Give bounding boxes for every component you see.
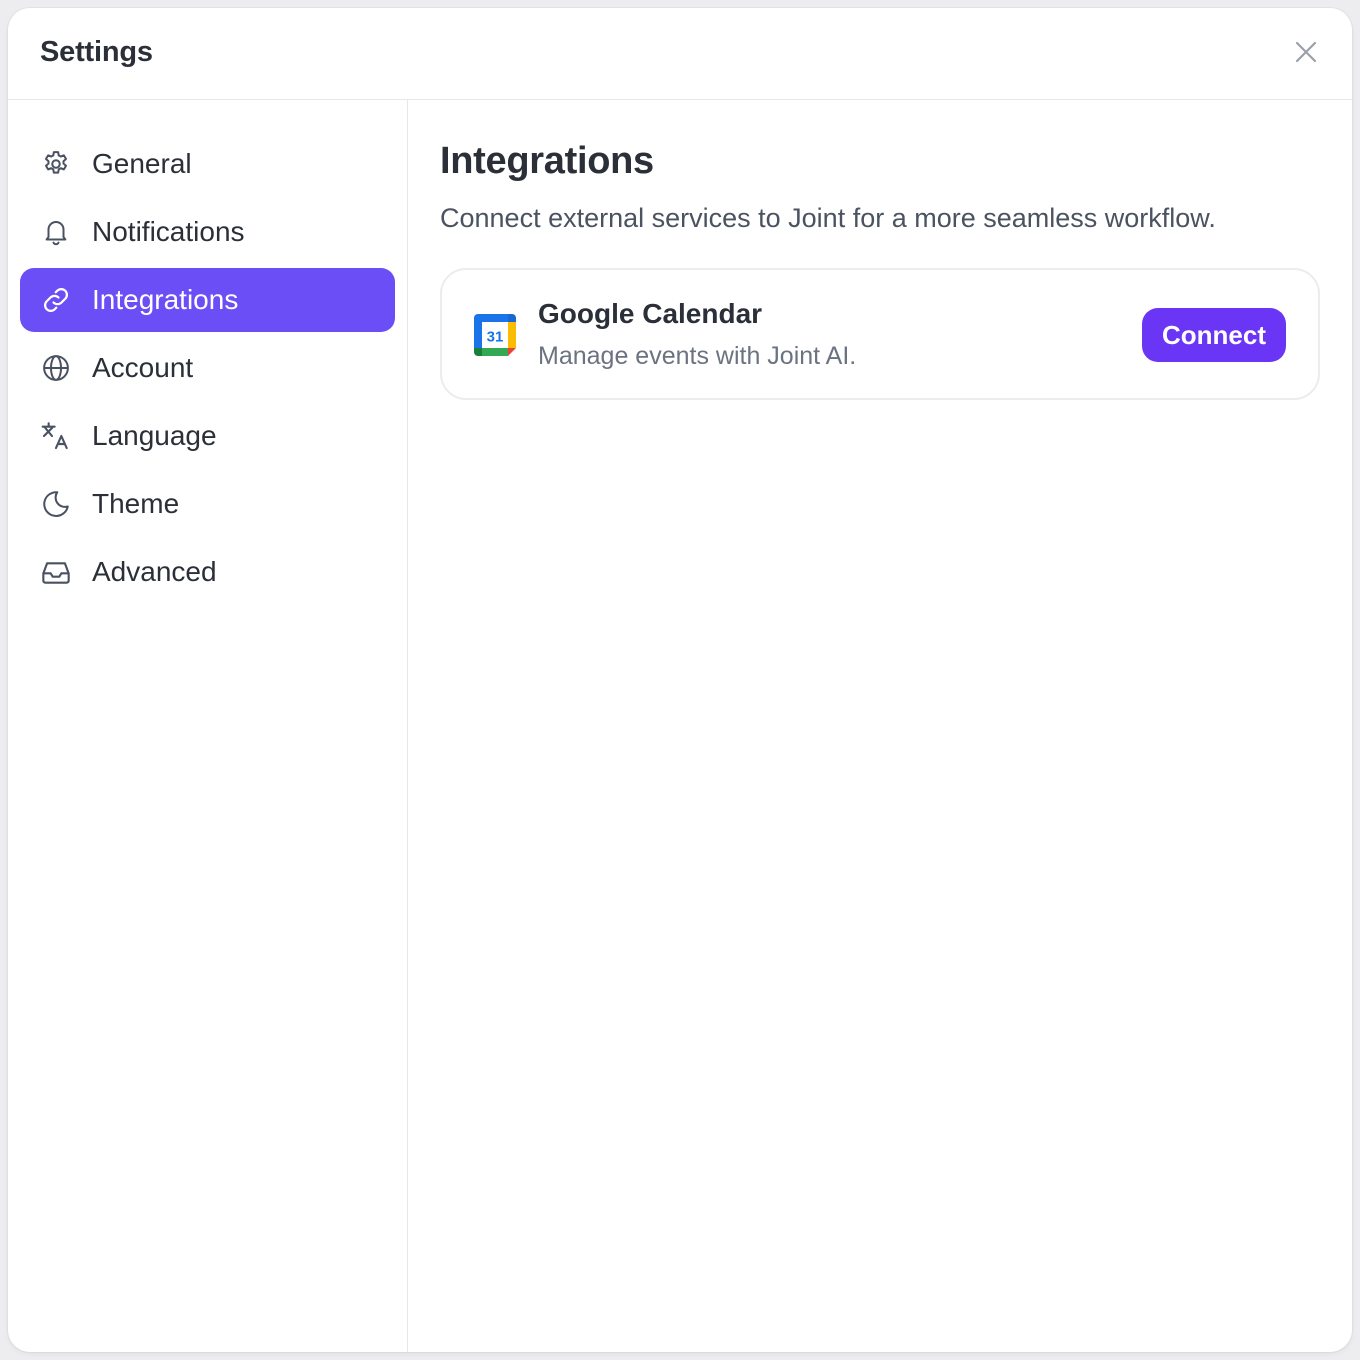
globe-icon <box>40 352 72 384</box>
connect-button[interactable]: Connect <box>1142 308 1286 362</box>
google-calendar-icon: 31 <box>474 314 516 356</box>
dialog-header: Settings <box>8 8 1352 100</box>
sidebar-item-language[interactable]: Language <box>20 404 395 468</box>
integration-description: Manage events with Joint AI. <box>538 342 857 370</box>
settings-dialog: Settings General Notifications Integrati… <box>8 8 1352 1352</box>
calendar-logo-number: 31 <box>487 329 504 346</box>
page-description: Connect external services to Joint for a… <box>440 203 1216 233</box>
integration-name: Google Calendar <box>538 298 763 329</box>
sidebar-item-notifications[interactable]: Notifications <box>20 200 395 264</box>
moon-icon <box>40 488 72 520</box>
integration-card-google-calendar: 31 Google Calendar Manage events with Jo… <box>440 268 1320 400</box>
gear-icon <box>40 148 72 180</box>
link-icon <box>40 284 72 316</box>
sidebar-item-account[interactable]: Account <box>20 336 395 400</box>
sidebar-item-label: Theme <box>92 488 180 519</box>
sidebar-item-label: Advanced <box>92 556 217 587</box>
page-title: Integrations <box>440 140 654 182</box>
sidebar-item-label: Account <box>92 352 194 383</box>
translate-icon <box>40 420 72 452</box>
sidebar-item-integrations[interactable]: Integrations <box>20 268 395 332</box>
integrations-panel: Integrations Connect external services t… <box>408 100 1352 1352</box>
sidebar-item-label: Language <box>92 420 217 451</box>
sidebar-item-advanced[interactable]: Advanced <box>20 540 395 604</box>
dialog-title: Settings <box>40 36 153 68</box>
sidebar-item-label: General <box>92 148 192 179</box>
close-button[interactable] <box>1288 34 1324 70</box>
sidebar-item-label: Integrations <box>92 284 239 315</box>
bell-icon <box>40 216 72 248</box>
sidebar-item-label: Notifications <box>92 216 245 247</box>
settings-sidebar: General Notifications Integrations Accou… <box>8 100 408 1352</box>
inbox-icon <box>40 556 72 588</box>
close-icon <box>1295 41 1317 63</box>
sidebar-item-theme[interactable]: Theme <box>20 472 395 536</box>
sidebar-item-general[interactable]: General <box>20 132 395 196</box>
